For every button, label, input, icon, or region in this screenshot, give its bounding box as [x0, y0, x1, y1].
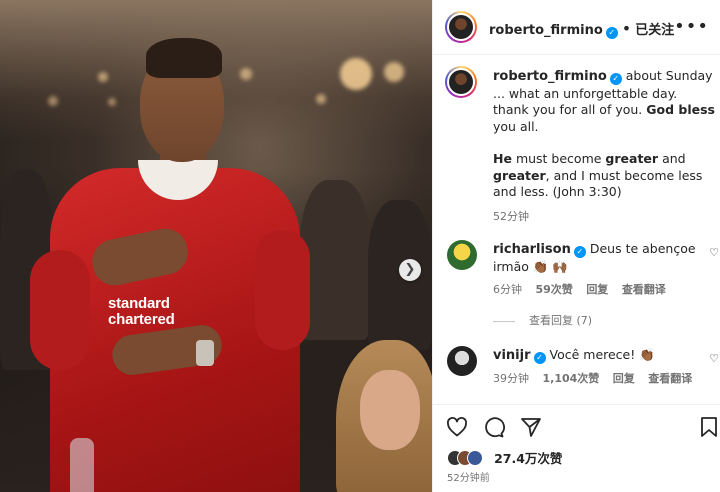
following-button[interactable]: 已关注 [635, 23, 674, 38]
avatar [467, 449, 483, 466]
header-username[interactable]: roberto_firmino [489, 23, 603, 38]
comment-likes[interactable]: 59次赞 [536, 283, 573, 296]
sponsor-line-1: standard [108, 295, 170, 312]
comment-body: vinijr ✓ Você merece! 👏🏾 39分钟 1,104次赞 回复 … [493, 346, 705, 387]
caption-username[interactable]: roberto_firmino [493, 69, 607, 84]
reply-button[interactable]: 回复 [586, 283, 608, 296]
verse-bold: greater [493, 167, 546, 183]
verse-bold: greater [605, 151, 659, 166]
verified-badge-icon: ✓ [609, 73, 622, 85]
light-bokeh [240, 68, 252, 80]
verified-badge-icon: ✓ [533, 352, 546, 364]
header-user-row: roberto_firmino ✓ • 已关注 [489, 19, 674, 39]
caption-avatar[interactable] [445, 66, 477, 98]
comment-time: 6分钟 [493, 283, 522, 296]
reply-button[interactable]: 回复 [613, 372, 635, 385]
comment-meta: 39分钟 1,104次赞 回复 查看翻译 [493, 370, 705, 387]
view-replies-label: 查看回复 (7) [529, 314, 593, 327]
glass-bottle [70, 438, 94, 492]
light-bokeh [98, 72, 108, 82]
wrist-watch [196, 340, 214, 366]
light-bokeh [108, 98, 116, 106]
share-icon[interactable] [519, 415, 543, 439]
post-header: roberto_firmino ✓ • 已关注 ••• [433, 0, 720, 55]
verified-badge-icon: ✓ [605, 27, 618, 39]
avatar[interactable] [445, 11, 477, 43]
light-bokeh [384, 62, 404, 82]
light-bokeh [340, 58, 372, 90]
heart-icon[interactable]: ♡ [709, 352, 719, 365]
player-hair [146, 38, 222, 78]
post-actions: 27.4万次赞 52分钟前 [433, 404, 720, 492]
comment-username[interactable]: richarlison [493, 242, 571, 257]
shirt-sleeve [30, 250, 90, 370]
verse-bold: He [493, 151, 512, 166]
bookmark-icon[interactable] [697, 415, 720, 439]
post-side-panel: roberto_firmino ✓ • 已关注 ••• roberto_firmino… [432, 0, 720, 492]
likes-row[interactable]: 27.4万次赞 [447, 447, 562, 467]
verified-badge-icon: ✓ [573, 246, 586, 258]
avatar[interactable] [447, 346, 477, 376]
light-bokeh [316, 94, 326, 104]
shirt-sponsor-text: standard chartered [108, 296, 175, 328]
verse-text: and [662, 151, 686, 166]
shirt-sleeve [255, 230, 310, 350]
comment-time: 39分钟 [493, 372, 529, 385]
translate-button[interactable]: 查看翻译 [648, 372, 692, 385]
comment-emoji: 👏🏾 🙌🏾 [532, 259, 568, 274]
separator-dot: • [621, 19, 632, 38]
light-bokeh [48, 96, 58, 106]
post-photo[interactable]: standard chartered ❯ [0, 0, 432, 492]
divider-line [493, 320, 515, 322]
comment-icon[interactable] [481, 415, 505, 439]
verse-text: must become [515, 151, 602, 166]
comment-body: richarlison ✓ Deus te abençoe irmão 👏🏾 🙌🏾… [493, 240, 705, 298]
caption-time: 52分钟 [493, 209, 529, 223]
comment-username[interactable]: vinijr [493, 348, 531, 363]
likes-count[interactable]: 27.4万次赞 [494, 448, 562, 467]
comment-likes[interactable]: 1,104次赞 [543, 372, 600, 385]
heart-icon[interactable]: ♡ [709, 246, 719, 259]
sponsor-line-2: chartered [108, 311, 175, 328]
more-horizontal-icon[interactable]: ••• [674, 16, 709, 37]
avatar[interactable] [447, 240, 477, 270]
woman-face [360, 370, 420, 450]
view-replies-button[interactable]: 查看回复 (7) [493, 312, 592, 328]
comment-emoji: 👏🏾 [639, 347, 655, 362]
background-person [300, 180, 370, 340]
comment-text: Você merece! [549, 347, 636, 362]
translate-button[interactable]: 查看翻译 [622, 283, 666, 296]
post-time-ago: 52分钟前 [447, 473, 490, 484]
chevron-right-icon[interactable]: ❯ [399, 259, 421, 281]
post-caption: roberto_firmino ✓ about Sunday ... what a… [493, 68, 715, 225]
caption-bold-text: God bless [646, 102, 715, 117]
heart-icon[interactable] [445, 415, 469, 439]
caption-text-end: you all. [493, 118, 539, 134]
comment-meta: 6分钟 59次赞 回复 查看翻译 [493, 281, 705, 298]
